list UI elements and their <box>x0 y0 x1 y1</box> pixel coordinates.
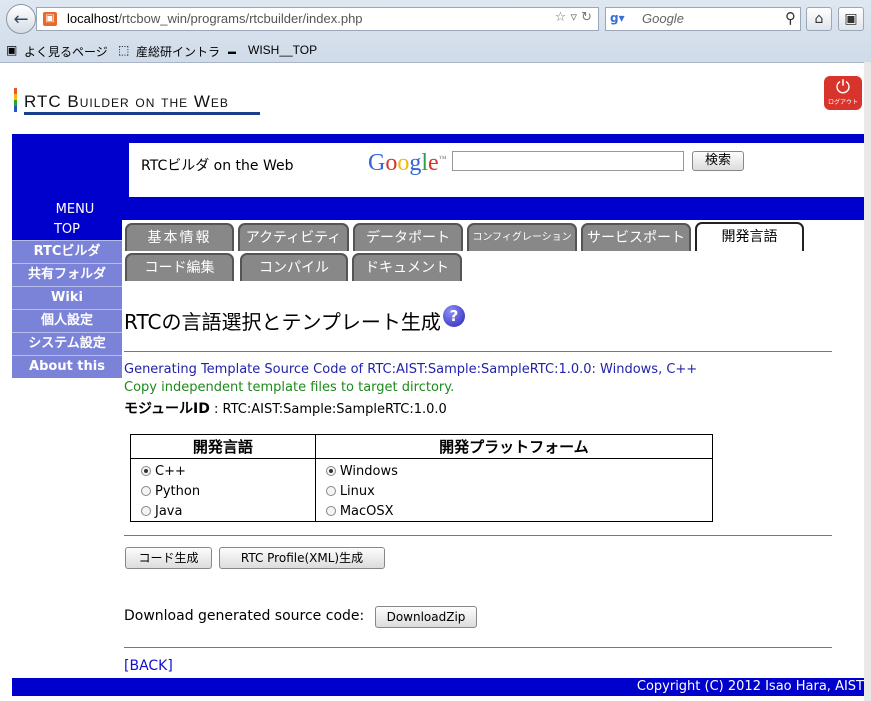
module-id-label: モジュールID <box>124 401 210 417</box>
header-panel: RTCビルダ on the Web Google™ 検索 <box>129 143 864 197</box>
page-title: RTCの言語選択とテンプレート生成 <box>124 310 441 334</box>
google-search-input[interactable] <box>452 151 684 171</box>
platform-option-windows[interactable]: Windows <box>325 461 712 481</box>
menu-item-system-settings[interactable]: システム設定 <box>12 332 122 355</box>
tab-compile[interactable]: コンパイル <box>240 253 348 281</box>
logout-button[interactable]: ⏻ ログアウト <box>824 76 862 110</box>
search-button[interactable]: 検索 <box>692 151 744 171</box>
site-title: RTCビルダ on the Web <box>141 158 294 174</box>
radio-button[interactable] <box>141 466 151 476</box>
home-icon[interactable]: ⌂ <box>806 7 832 31</box>
tab-service-port[interactable]: サービスポート <box>581 223 691 251</box>
menu-item-about[interactable]: About this <box>12 355 122 378</box>
menu-item-top[interactable]: TOP <box>12 220 122 240</box>
status-message-generating: Generating Template Source Code of RTC:A… <box>124 362 698 377</box>
tab-dev-language[interactable]: 開発言語 <box>695 222 804 251</box>
menu-label: MENU <box>55 202 95 217</box>
platform-option-linux[interactable]: Linux <box>325 481 712 501</box>
rtc-profile-button[interactable]: RTC Profile(XML)生成 <box>219 547 385 569</box>
logo-text: RTC Builder on the Web <box>24 92 229 111</box>
module-id-row: モジュールID : RTC:AIST:Sample:SampleRTC:1.0.… <box>124 398 447 418</box>
logo-underline <box>24 112 260 115</box>
bookmark-item[interactable]: 産総研イントラ <box>136 43 220 60</box>
tab-document[interactable]: ドキュメント <box>352 253 462 281</box>
divider <box>124 647 832 648</box>
language-option-cpp[interactable]: C++ <box>141 461 315 481</box>
browser-search-bar[interactable]: g▾ Google ⚲ <box>605 7 801 31</box>
site-logo[interactable]: RTC Builder on the Web <box>14 88 262 120</box>
bookmark-wish-icon: ▬ <box>228 47 236 56</box>
language-option-java[interactable]: Java <box>141 501 315 521</box>
menu-item-rtc-builder[interactable]: RTCビルダ <box>12 240 122 263</box>
logout-label: ログアウト <box>827 99 858 106</box>
search-placeholder: Google <box>642 11 684 26</box>
bookmark-item[interactable]: よく見るページ <box>24 43 108 60</box>
download-zip-button[interactable]: DownloadZip <box>375 606 477 628</box>
address-bar[interactable]: ▣ localhost/rtcbow_win/programs/rtcbuild… <box>36 7 599 31</box>
menu-item-wiki[interactable]: Wiki <box>12 286 122 309</box>
divider <box>124 535 832 536</box>
language-platform-table: 開発言語 開発プラットフォーム C++ Python Java Windows … <box>130 434 714 522</box>
tab-configuration[interactable]: コンフィグレーション <box>467 223 577 251</box>
language-options: C++ Python Java <box>130 458 316 522</box>
google-logo: Google™ <box>368 150 447 176</box>
status-message-copy: Copy independent template files to targe… <box>124 380 455 395</box>
tab-data-port[interactable]: データポート <box>353 223 463 251</box>
platform-column-header: 開発プラットフォーム <box>314 434 714 459</box>
bookmark-star-icon[interactable]: ☆ ▿ ↻ <box>555 10 592 25</box>
platform-option-macosx[interactable]: MacOSX <box>325 501 712 521</box>
menu-item-shared-folder[interactable]: 共有フォルダ <box>12 263 122 286</box>
radio-button[interactable] <box>325 486 336 496</box>
download-label: Download generated source code: <box>124 608 365 624</box>
code-generate-button[interactable]: コード生成 <box>125 547 212 569</box>
radio-button[interactable] <box>141 506 151 516</box>
module-id-value: : RTC:AIST:Sample:SampleRTC:1.0.0 <box>214 402 447 417</box>
menu-item-personal-settings[interactable]: 個人設定 <box>12 309 122 332</box>
tab-code-edit[interactable]: コード編集 <box>125 253 234 281</box>
tab-activity[interactable]: アクティビティ <box>238 223 349 251</box>
platform-options: Windows Linux MacOSX <box>314 458 714 522</box>
divider <box>124 351 832 352</box>
footer: Copyright (C) 2012 Isao Hara, AIST <box>12 678 864 696</box>
bookmarks-bar: ▣ よく見るページ ⬚ 産総研イントラ ▬ WISH__TOP <box>0 40 871 62</box>
bookmark-item[interactable]: WISH__TOP <box>248 43 317 57</box>
scrollbar[interactable] <box>864 62 871 701</box>
side-menu: TOP RTCビルダ 共有フォルダ Wiki 個人設定 システム設定 About… <box>12 220 122 378</box>
google-engine-icon[interactable]: g▾ <box>610 11 626 27</box>
radio-button[interactable] <box>325 466 336 476</box>
url-text: localhost/rtcbow_win/programs/rtcbuilder… <box>67 11 363 26</box>
help-icon[interactable]: ? <box>443 305 465 327</box>
browser-toolbar: ← ▣ localhost/rtcbow_win/programs/rtcbui… <box>0 0 871 63</box>
bookmark-folder-icon: ⬚ <box>118 43 130 57</box>
copyright: Copyright (C) 2012 Isao Hara, AIST <box>636 679 864 694</box>
magnifier-icon[interactable]: ⚲ <box>785 9 796 27</box>
back-link[interactable]: [BACK] <box>124 658 173 674</box>
site-favicon-icon: ▣ <box>43 12 57 26</box>
power-icon: ⏻ <box>835 77 851 98</box>
radio-button[interactable] <box>325 506 336 516</box>
language-column-header: 開発言語 <box>130 434 316 459</box>
bookmark-page-icon: ▣ <box>6 43 18 57</box>
logo-color-bar <box>14 88 17 112</box>
extension-icon[interactable]: ▣ <box>838 7 864 31</box>
language-option-python[interactable]: Python <box>141 481 315 501</box>
back-arrow-icon[interactable]: ← <box>6 4 36 34</box>
radio-button[interactable] <box>141 486 151 496</box>
tab-basic-info[interactable]: 基本情報 <box>125 223 234 251</box>
